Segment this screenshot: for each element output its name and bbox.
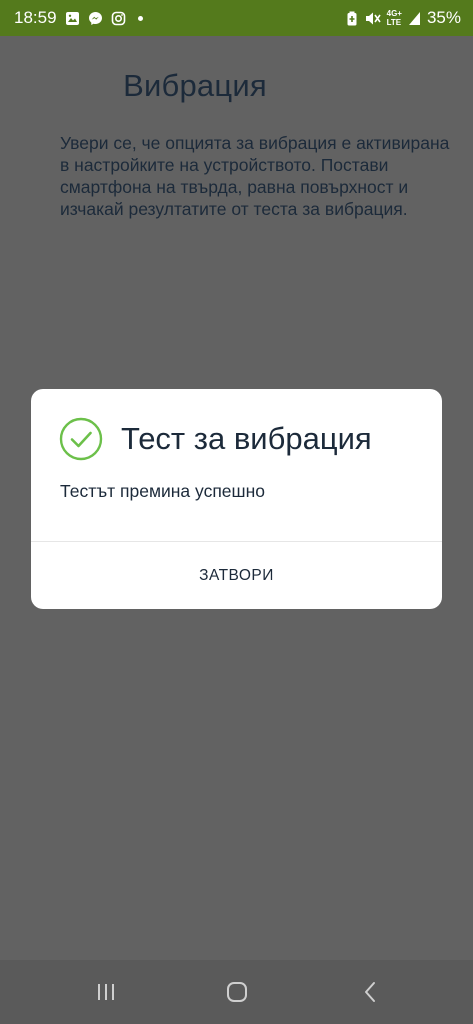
back-icon[interactable] <box>350 976 390 1008</box>
home-icon[interactable] <box>217 976 257 1008</box>
network-icon: 4G+ LTE <box>387 9 402 27</box>
dialog-title: Тест за вибрация <box>121 421 372 456</box>
mute-vibrate-icon <box>364 11 381 26</box>
signal-icon <box>408 11 421 26</box>
notification-dot-icon <box>137 15 143 21</box>
page-title: Вибрация <box>123 68 267 103</box>
status-left: 18:59 <box>14 8 143 28</box>
dialog-header: Тест за вибрация <box>59 417 372 461</box>
instagram-icon <box>111 11 126 26</box>
battery-saver-icon <box>346 11 358 26</box>
recent-apps-icon[interactable] <box>86 976 126 1008</box>
status-right: 4G+ LTE 35% <box>346 8 461 28</box>
page-description: Увери се, че опцията за вибрация е актив… <box>60 133 450 219</box>
network-label-top: 4G+ <box>386 9 402 18</box>
vibration-test-dialog: Тест за вибрация Тестът премина успешно … <box>31 389 442 609</box>
check-circle-icon <box>59 417 103 461</box>
battery-percent: 35% <box>426 8 461 27</box>
navigation-bar <box>0 960 473 1024</box>
close-button[interactable]: ЗАТВОРИ <box>31 542 442 609</box>
network-label-bottom: LTE <box>386 18 402 27</box>
status-time: 18:59 <box>14 8 57 27</box>
gallery-icon <box>65 11 80 26</box>
dialog-message: Тестът премина успешно <box>60 481 265 501</box>
status-bar: 18:59 4G+ LTE 35% <box>0 0 473 36</box>
messenger-icon <box>88 11 103 26</box>
